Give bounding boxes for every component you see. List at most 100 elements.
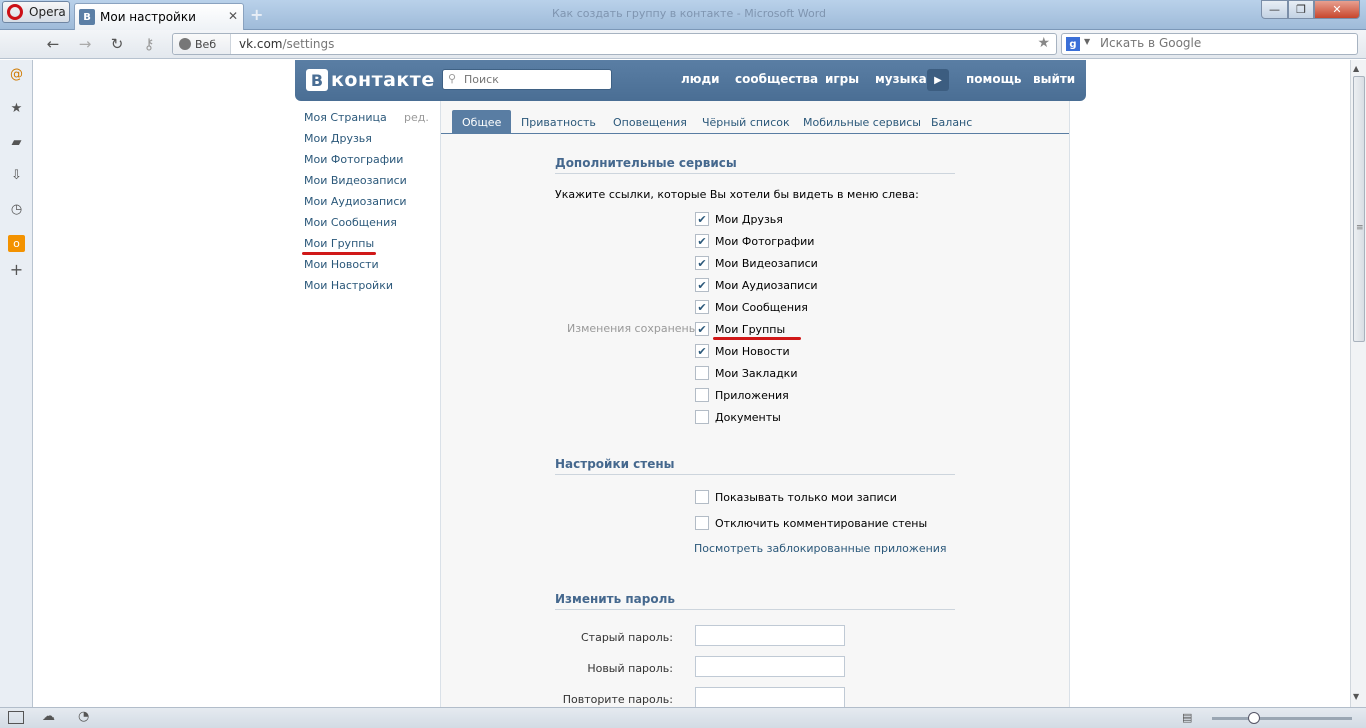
browser-titlebar: Opera В Мои настройки ✕ + Как создать гр… <box>0 0 1366 30</box>
password-divider <box>555 609 955 610</box>
service-audio-checkbox[interactable]: ✔ <box>695 278 709 292</box>
google-icon[interactable]: g <box>1066 37 1080 51</box>
vertical-scrollbar[interactable]: ▲ ≡ ▼ <box>1350 60 1366 707</box>
url-text[interactable]: vk.com/settings <box>239 37 334 51</box>
tab-blacklist[interactable]: Чёрный список <box>692 110 800 134</box>
close-window-button[interactable]: ✕ <box>1314 0 1360 19</box>
vk-search-input[interactable] <box>464 73 604 86</box>
service-photos-row[interactable]: ✔ Мои Фотографии <box>695 234 814 248</box>
speedometer-icon[interactable]: ◔ <box>78 709 89 724</box>
search-bar[interactable]: g ▼ <box>1061 33 1358 55</box>
scroll-up-icon[interactable]: ▲ <box>1353 64 1359 73</box>
tab-privacy[interactable]: Приватность <box>511 110 606 134</box>
panel-toggle-icon[interactable] <box>8 711 24 724</box>
browser-toolbar: ← → ↻ ⚷ Веб vk.com/settings ★ g ▼ <box>0 30 1366 59</box>
notes-icon[interactable]: ▰ <box>8 134 25 151</box>
new-tab-icon[interactable]: + <box>250 5 263 24</box>
tab-title: Мои настройки <box>100 10 196 24</box>
tab-notifications[interactable]: Оповещения <box>603 110 697 134</box>
service-groups-checkbox[interactable]: ✔ <box>695 322 709 336</box>
address-bar[interactable]: Веб vk.com/settings ★ <box>172 33 1057 55</box>
nav-games[interactable]: игры <box>825 72 859 86</box>
service-videos-row[interactable]: ✔ Мои Видеозаписи <box>695 256 818 270</box>
view-icon[interactable]: ▤ <box>1182 711 1192 724</box>
bookmark-star-icon[interactable]: ★ <box>1037 35 1050 51</box>
service-friends-row[interactable]: ✔ Мои Друзья <box>695 212 783 226</box>
scroll-down-icon[interactable]: ▼ <box>1353 692 1359 701</box>
service-docs-label: Документы <box>715 410 781 424</box>
service-news-checkbox[interactable]: ✔ <box>695 344 709 358</box>
mail-icon[interactable]: @ <box>8 66 25 83</box>
left-menu-groups[interactable]: Мои Группы <box>304 237 374 250</box>
wall-disable-comments-checkbox[interactable] <box>695 516 709 530</box>
scrollbar-thumb[interactable]: ≡ <box>1353 76 1365 342</box>
service-apps-row[interactable]: Приложения <box>695 388 789 402</box>
minimize-button[interactable]: — <box>1261 0 1288 19</box>
service-videos-checkbox[interactable]: ✔ <box>695 256 709 270</box>
web-badge[interactable]: Веб <box>173 34 231 54</box>
service-apps-label: Приложения <box>715 388 789 402</box>
left-menu-settings[interactable]: Мои Настройки <box>304 279 393 292</box>
status-bar: ☁ ◔ ▤ <box>0 707 1366 728</box>
service-audio-label: Мои Аудиозаписи <box>715 278 818 292</box>
left-menu-audio[interactable]: Мои Аудиозаписи <box>304 195 407 208</box>
key-icon[interactable]: ⚷ <box>138 34 160 54</box>
left-menu-my-page[interactable]: Моя Страница <box>304 111 387 124</box>
left-menu-videos[interactable]: Мои Видеозаписи <box>304 174 407 187</box>
forward-arrow-icon[interactable]: → <box>74 34 96 54</box>
repeat-password-field[interactable] <box>695 687 845 707</box>
zoom-slider-knob[interactable] <box>1248 712 1260 724</box>
opera-menu-button[interactable]: Opera <box>2 1 70 23</box>
tab-balance[interactable]: Баланс <box>921 110 982 134</box>
service-messages-checkbox[interactable]: ✔ <box>695 300 709 314</box>
add-panel-icon[interactable]: + <box>8 260 25 279</box>
nav-music[interactable]: музыка <box>875 72 927 86</box>
odnoklassniki-icon[interactable]: о <box>8 235 25 252</box>
service-bookmarks-row[interactable]: Мои Закладки <box>695 366 797 380</box>
wall-section-title: Настройки стены <box>555 457 675 471</box>
close-tab-icon[interactable]: ✕ <box>228 9 238 23</box>
vk-search-box[interactable]: ⚲ <box>442 69 612 90</box>
browser-tab-settings[interactable]: В Мои настройки ✕ <box>74 3 244 30</box>
service-groups-row[interactable]: ✔ Мои Группы <box>695 322 785 336</box>
maximize-button[interactable]: ❐ <box>1288 0 1314 19</box>
play-icon[interactable]: ▶ <box>927 69 949 91</box>
left-menu-messages[interactable]: Мои Сообщения <box>304 216 397 229</box>
vk-logo[interactable]: В контакте <box>306 69 435 91</box>
tab-general[interactable]: Общее <box>452 110 512 134</box>
wall-disable-comments-row[interactable]: Отключить комментирование стены <box>695 516 927 530</box>
old-password-field[interactable] <box>695 625 845 646</box>
service-docs-row[interactable]: Документы <box>695 410 781 424</box>
tab-mobile[interactable]: Мобильные сервисы <box>793 110 931 134</box>
cloud-icon[interactable]: ☁ <box>42 709 55 724</box>
downloads-icon[interactable]: ⇩ <box>8 167 25 184</box>
new-password-field[interactable] <box>695 656 845 677</box>
left-menu-friends[interactable]: Мои Друзья <box>304 132 372 145</box>
service-news-row[interactable]: ✔ Мои Новости <box>695 344 790 358</box>
left-menu-photos[interactable]: Мои Фотографии <box>304 153 403 166</box>
service-friends-checkbox[interactable]: ✔ <box>695 212 709 226</box>
service-audio-row[interactable]: ✔ Мои Аудиозаписи <box>695 278 818 292</box>
left-menu-edit-link[interactable]: ред. <box>404 111 429 124</box>
service-messages-row[interactable]: ✔ Мои Сообщения <box>695 300 808 314</box>
wall-only-my-posts-row[interactable]: Показывать только мои записи <box>695 490 897 504</box>
nav-help[interactable]: помощь <box>966 72 1021 86</box>
settings-tabs: Общее Приватность Оповещения Чёрный спис… <box>441 110 1069 134</box>
zoom-slider[interactable] <box>1212 712 1352 724</box>
left-menu-news[interactable]: Мои Новости <box>304 258 379 271</box>
service-photos-checkbox[interactable]: ✔ <box>695 234 709 248</box>
nav-exit[interactable]: выйти <box>1033 72 1075 86</box>
blocked-apps-link[interactable]: Посмотреть заблокированные приложения <box>694 542 947 555</box>
search-input[interactable] <box>1100 36 1350 50</box>
history-clock-icon[interactable]: ◷ <box>8 201 25 218</box>
nav-communities[interactable]: сообщества <box>735 72 818 86</box>
reload-icon[interactable]: ↻ <box>106 34 128 54</box>
back-arrow-icon[interactable]: ← <box>42 34 64 54</box>
service-docs-checkbox[interactable] <box>695 410 709 424</box>
nav-people[interactable]: люди <box>681 72 720 86</box>
bookmarks-star-icon[interactable]: ★ <box>8 100 25 117</box>
service-apps-checkbox[interactable] <box>695 388 709 402</box>
chevron-down-icon[interactable]: ▼ <box>1084 37 1090 46</box>
wall-only-my-posts-checkbox[interactable] <box>695 490 709 504</box>
service-bookmarks-checkbox[interactable] <box>695 366 709 380</box>
